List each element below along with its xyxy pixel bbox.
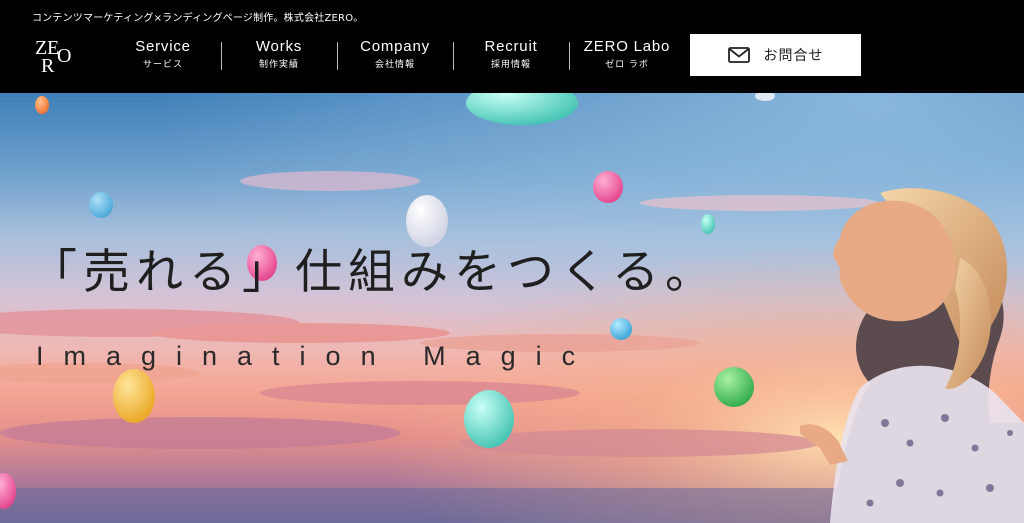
nav-item-sublabel: サービス <box>142 60 183 70</box>
contact-button-label: お問合せ <box>763 48 824 64</box>
site-header: コンテンツマーケティング×ランディングページ制作。株式会社ZERO。 Z E R… <box>0 0 1024 93</box>
nav-item-label: Recruit <box>484 38 538 55</box>
nav-item-sublabel: 制作実績 <box>258 60 299 70</box>
hero-image <box>0 93 1024 523</box>
nav-item-sublabel: 会社情報 <box>374 60 415 70</box>
nav-item-label: ZERO Labo <box>583 38 671 55</box>
contact-button[interactable]: お問合せ <box>690 34 861 76</box>
nav-item-sublabel: 採用情報 <box>490 60 531 70</box>
nav-item-company[interactable]: Company 会社情報 <box>337 38 453 72</box>
nav-item-service[interactable]: Service サービス <box>105 38 221 72</box>
nav-item-label: Service <box>135 38 191 55</box>
nav-item-label: Works <box>255 38 303 55</box>
main-nav: Service サービス Works 制作実績 Company 会社情報 Rec… <box>105 36 685 74</box>
nav-item-zero-labo[interactable]: ZERO Labo ゼロ ラボ <box>569 38 685 72</box>
hero-headline: 「売れる」仕組みをつくる。 <box>30 245 719 300</box>
nav-item-works[interactable]: Works 制作実績 <box>221 38 337 72</box>
logo-letter-r: R <box>41 55 55 74</box>
nav-item-sublabel: ゼロ ラボ <box>605 60 649 70</box>
nav-item-label: Company <box>360 38 430 55</box>
zero-logo[interactable]: Z E R O <box>32 30 80 74</box>
hero-section: 「売れる」仕組みをつくる。 Imagination Magic <box>0 93 1024 523</box>
hero-subline: Imagination Magic <box>36 341 596 371</box>
logo-letter-o: O <box>57 45 71 67</box>
nav-item-recruit[interactable]: Recruit 採用情報 <box>453 38 569 72</box>
site-tagline: コンテンツマーケティング×ランディングページ制作。株式会社ZERO。 <box>32 13 364 24</box>
page: コンテンツマーケティング×ランディングページ制作。株式会社ZERO。 Z E R… <box>0 0 1024 523</box>
mail-icon <box>727 47 750 63</box>
